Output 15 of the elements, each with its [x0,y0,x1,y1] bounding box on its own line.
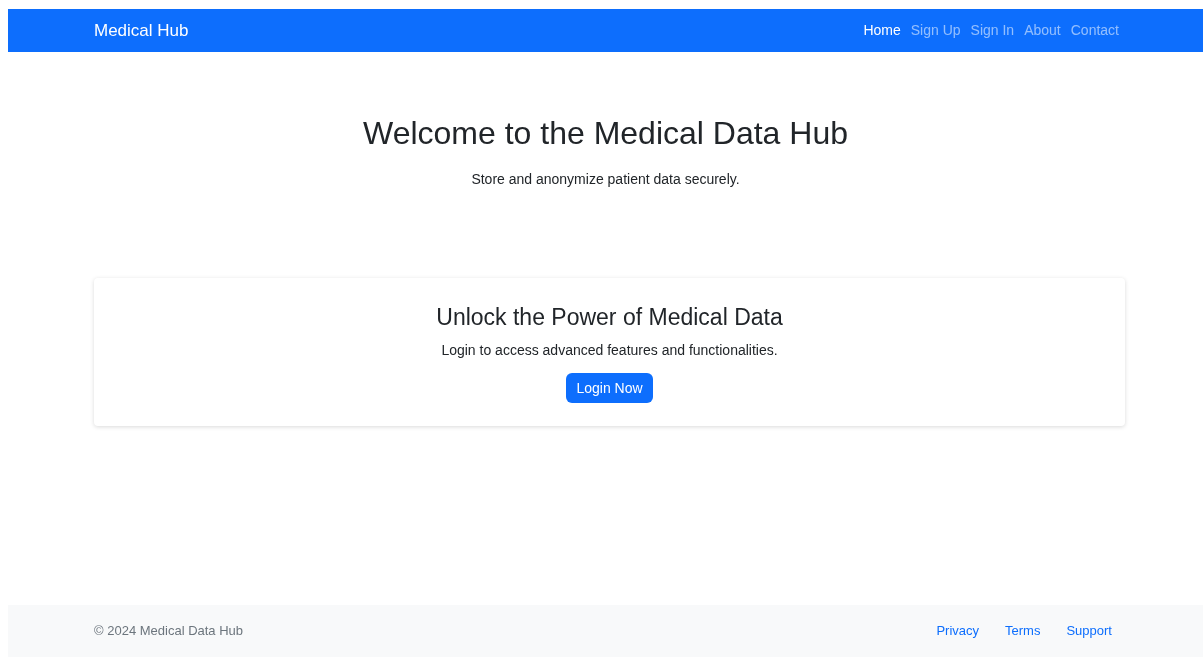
nav-link[interactable]: Sign Up [910,20,961,41]
nav-link[interactable]: Sign In [970,20,1015,41]
copyright-text: © 2024 Medical Data Hub [94,622,244,641]
card-title: Unlock the Power of Medical Data [436,303,783,332]
card-text: Login to access advanced features and functionalities. [441,341,778,360]
nav-link[interactable]: Contact [1070,20,1119,41]
login-button[interactable]: Login Now [566,373,653,403]
hero-title: Welcome to the Medical Data Hub [363,114,848,153]
footer-link[interactable]: Terms [1005,621,1041,641]
footer-link[interactable]: Privacy [936,621,980,641]
hero-subtitle: Store and anonymize patient data securely. [471,170,740,189]
nav-link[interactable]: Home [863,20,901,41]
brand-link[interactable]: Medical Hub [94,17,189,44]
footer-link[interactable]: Support [1066,621,1112,641]
nav-link[interactable]: About [1024,20,1061,41]
